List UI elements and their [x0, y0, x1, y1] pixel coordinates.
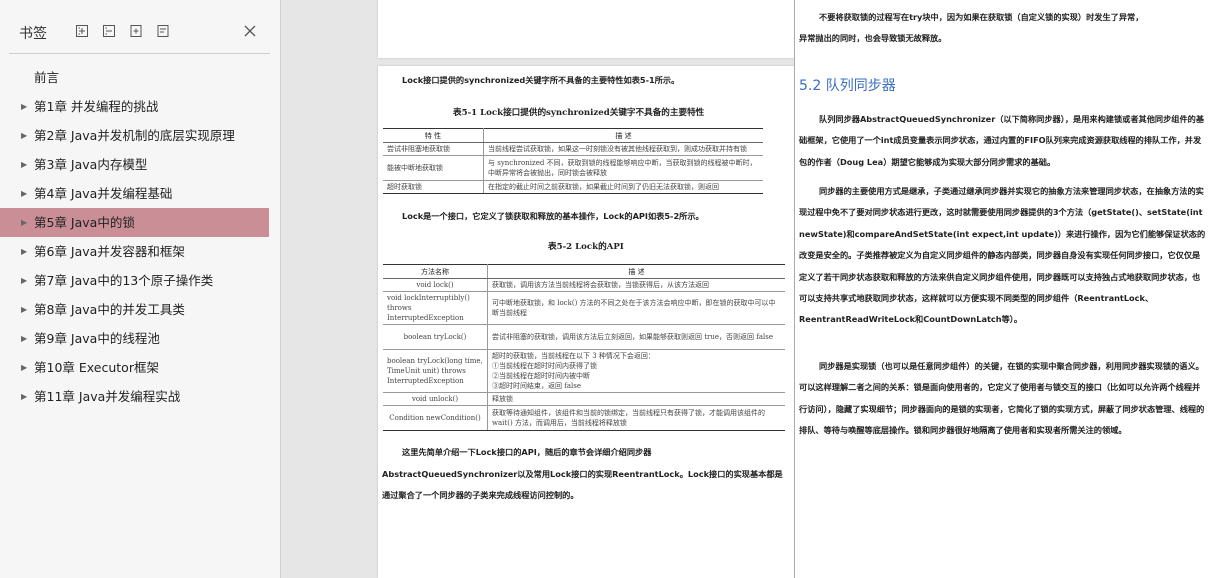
expand-arrow-icon[interactable]: ▶ — [21, 295, 27, 324]
table-cell: 能被中断地获取锁 — [383, 155, 484, 181]
table-cell: 与 synchronized 不同，获取到锁的线程能够响应中断，当获取到锁的线程… — [483, 155, 763, 181]
sidebar-divider — [9, 53, 270, 54]
expand-arrow-icon[interactable]: ▶ — [21, 121, 27, 150]
expand-arrow-icon[interactable]: ▶ — [21, 324, 27, 353]
bookmark-icon[interactable] — [156, 23, 170, 37]
bookmark-item-chapter-1[interactable]: ▶ 第1章 并发编程的挑战 — [0, 92, 269, 121]
expand-arrow-icon[interactable]: ▶ — [21, 237, 27, 266]
bookmark-label: 第4章 Java并发编程基础 — [34, 186, 173, 201]
table-cell: boolean tryLock() — [383, 324, 488, 350]
table1-caption: 表5-1 Lock接口提供的synchronized关键字不具备的主要特性 — [453, 108, 705, 118]
bookmark-item-chapter-9[interactable]: ▶ 第9章 Java中的线程池 — [0, 324, 269, 353]
table-row: 能被中断地获取锁 与 synchronized 不同，获取到锁的线程能够响应中断… — [383, 155, 763, 181]
expand-all-icon[interactable] — [75, 23, 89, 37]
pdf-page-right: 不要将获取锁的过程写在try块中，因为如果在获取锁（自定义锁的实现）时发生了异常… — [795, 0, 1211, 578]
table-cell: Condition newCondition() — [383, 405, 488, 431]
table-cell: 尝试非阻塞的获取锁，调用该方法后立刻返回，如果能够获取则返回 true，否则返回… — [487, 324, 785, 350]
table-cell: 可中断地获取锁，和 lock() 方法的不同之处在于该方法会响应中断，即在锁的获… — [487, 291, 785, 325]
table-row: boolean tryLock(long time, TimeUnit unit… — [383, 349, 785, 393]
outro-line-2: AbstractQueuedSynchronizer以及常用Lock接口的实现R… — [382, 469, 783, 479]
bookmark-label: 第9章 Java中的线程池 — [34, 331, 160, 346]
expand-arrow-icon[interactable]: ▶ — [21, 382, 27, 411]
bookmark-item-chapter-5[interactable]: ▶ 第5章 Java中的锁 — [0, 208, 269, 237]
expand-arrow-icon[interactable]: ▶ — [21, 179, 27, 208]
bookmark-label: 前言 — [34, 70, 60, 85]
bookmark-label: 第7章 Java中的13个原子操作类 — [34, 273, 214, 288]
outro-line-3: 通过聚合了一个同步器的子类来完成线程访问控制的。 — [382, 490, 579, 500]
paragraph-1: 队列同步器AbstractQueuedSynchronizer（以下简称同步器）… — [799, 114, 1205, 167]
bookmark-sidebar: 书签 前言 ▶ 第1章 并发编程的挑战 ▶ 第2章 Java并发机制的底层实现原… — [0, 0, 281, 578]
bookmark-label: 第3章 Java内存模型 — [34, 157, 148, 172]
lock-api-table: 方法名称 描 述 void lock() 获取锁，调用该方法当前线程将会获取锁，… — [383, 264, 785, 431]
bookmark-label: 第11章 Java并发编程实战 — [34, 389, 181, 404]
bookmark-label: 第2章 Java并发机制的底层实现原理 — [34, 128, 235, 143]
table-row: boolean tryLock() 尝试非阻塞的获取锁，调用该方法后立刻返回，如… — [383, 324, 785, 350]
table2-caption: 表5-2 Lock的API — [548, 242, 624, 252]
expand-arrow-icon[interactable]: ▶ — [21, 353, 27, 382]
intro-text: Lock接口提供的synchronized关键字所不具备的主要特性如表5-1所示… — [402, 75, 680, 85]
table-cell: 超时的获取锁，当前线程在以下 3 种情况下会返回： ①当前线程在超时时间内获得了… — [487, 349, 785, 393]
close-icon[interactable] — [243, 23, 257, 37]
table-row: Condition newCondition() 获取等待通知组件，该组件和当前… — [383, 405, 785, 431]
table-cell: 获取锁，调用该方法当前线程将会获取锁，当锁获得后，从该方法返回 — [487, 278, 785, 292]
table-cell: 尝试非阻塞地获取锁 — [383, 142, 484, 156]
collapse-all-icon[interactable] — [102, 23, 116, 37]
table-cell: 超时获取锁 — [383, 180, 484, 194]
lock-features-table: 特 性 描 述 尝试非阻塞地获取锁 当前线程尝试获取锁，如果这一时刻锁没有被其他… — [383, 128, 763, 194]
bookmark-item-chapter-2[interactable]: ▶ 第2章 Java并发机制的底层实现原理 — [0, 121, 269, 150]
bookmark-item-chapter-7[interactable]: ▶ 第7章 Java中的13个原子操作类 — [0, 266, 269, 295]
expand-arrow-icon[interactable]: ▶ — [21, 150, 27, 179]
table-cell: boolean tryLock(long time, TimeUnit unit… — [383, 349, 488, 393]
table-cell: 释放锁 — [487, 392, 785, 406]
paragraph-2: 同步器的主要使用方式是继承，子类通过继承同步器并实现它的抽象方法来管理同步状态，… — [799, 186, 1206, 325]
bookmark-label: 第1章 并发编程的挑战 — [34, 99, 159, 114]
outro-line-1: 这里先简单介绍一下Lock接口的API，随后的章节会详细介绍同步器 — [402, 447, 652, 457]
sidebar-header: 书签 — [0, 0, 270, 53]
bookmark-item-chapter-8[interactable]: ▶ 第8章 Java中的并发工具类 — [0, 295, 269, 324]
table-cell: void lock() — [383, 278, 488, 292]
table-cell: 获取等待通知组件，该组件和当前的锁绑定，当前线程只有获得了锁，才能调用该组件的 … — [487, 405, 785, 431]
bookmark-item-chapter-4[interactable]: ▶ 第4章 Java并发编程基础 — [0, 179, 269, 208]
bookmark-label: 第6章 Java并发容器和框架 — [34, 244, 185, 259]
table-header: 描 述 — [483, 128, 763, 143]
pdf-page-previous — [378, 0, 794, 58]
bookmark-item-chapter-10[interactable]: ▶ 第10章 Executor框架 — [0, 353, 269, 382]
table-header: 描 述 — [487, 264, 785, 279]
table-cell: void unlock() — [383, 392, 488, 406]
paragraph-3: 同步器是实现锁（也可以是任意同步组件）的关键，在锁的实现中聚合同步器，利用同步器… — [799, 361, 1205, 436]
expand-arrow-icon[interactable]: ▶ — [21, 208, 27, 237]
bookmark-item-chapter-6[interactable]: ▶ 第6章 Java并发容器和框架 — [0, 237, 269, 266]
add-bookmark-icon[interactable] — [129, 23, 143, 37]
sidebar-title: 书签 — [19, 26, 47, 42]
table-header: 方法名称 — [383, 264, 488, 279]
bookmark-label: 第8章 Java中的并发工具类 — [34, 302, 185, 317]
bookmark-item-chapter-3[interactable]: ▶ 第3章 Java内存模型 — [0, 150, 269, 179]
table-cell: 当前线程尝试获取锁，如果这一时刻锁没有被其他线程获取到，则成功获取并持有锁 — [483, 142, 763, 156]
bookmark-item-chapter-11[interactable]: ▶ 第11章 Java并发编程实战 — [0, 382, 269, 411]
table-header: 特 性 — [383, 128, 484, 143]
table-row: void lockInterruptibly() throws Interrup… — [383, 291, 785, 325]
table-row: void lock() 获取锁，调用该方法当前线程将会获取锁，当锁获得后，从该方… — [383, 278, 785, 292]
top-line-2: 异常抛出的同时，也会导致锁无故释放。 — [799, 33, 947, 43]
bookmark-list: 前言 ▶ 第1章 并发编程的挑战 ▶ 第2章 Java并发机制的底层实现原理 ▶… — [0, 63, 269, 411]
expand-arrow-icon[interactable]: ▶ — [21, 266, 27, 295]
table-cell: void lockInterruptibly() throws Interrup… — [383, 291, 488, 325]
bookmark-label: 第10章 Executor框架 — [34, 360, 159, 375]
bookmark-label: 第5章 Java中的锁 — [34, 215, 135, 230]
table-row: void unlock() 释放锁 — [383, 392, 785, 406]
mid-text: Lock是一个接口，它定义了锁获取和释放的基本操作，Lock的API如表5-2所… — [402, 211, 704, 221]
bookmark-item-preface[interactable]: 前言 — [0, 63, 269, 92]
expand-arrow-icon[interactable]: ▶ — [21, 92, 27, 121]
table-cell: 在指定的截止时间之前获取锁，如果截止时间到了仍旧无法获取锁，则返回 — [483, 180, 763, 194]
section-title: 5.2 队列同步器 — [799, 78, 896, 94]
table-row: 尝试非阻塞地获取锁 当前线程尝试获取锁，如果这一时刻锁没有被其他线程获取到，则成… — [383, 142, 763, 156]
table-row: 超时获取锁 在指定的截止时间之前获取锁，如果截止时间到了仍旧无法获取锁，则返回 — [383, 180, 763, 194]
pdf-page-left: Lock接口提供的synchronized关键字所不具备的主要特性如表5-1所示… — [378, 66, 794, 578]
top-line-1: 不要将获取锁的过程写在try块中，因为如果在获取锁（自定义锁的实现）时发生了异常… — [819, 12, 1144, 22]
